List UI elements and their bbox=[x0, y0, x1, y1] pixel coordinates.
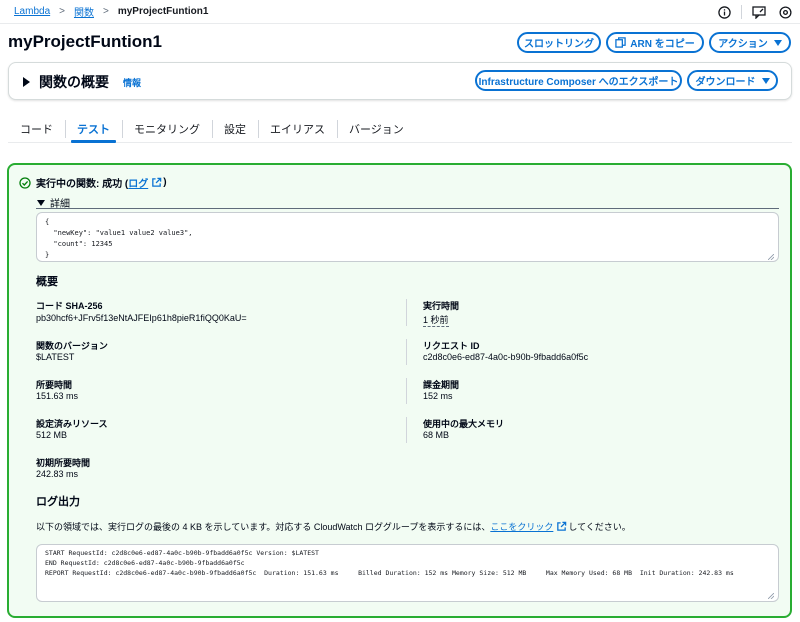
log-output-heading: ログ出力 bbox=[36, 496, 80, 508]
breadcrumb: Lambda > 関数 > myProjectFuntion1 bbox=[0, 0, 800, 24]
caret-down-icon bbox=[773, 39, 782, 46]
version-value: $LATEST bbox=[36, 352, 75, 362]
init-duration-value: 242.83 ms bbox=[36, 469, 79, 479]
exec-time-label: 実行時間 bbox=[423, 301, 460, 311]
code-sha-value: pb30hcf6+JFrv5f13eNtAJFEIp61h8pieR1fiQQ0… bbox=[36, 313, 247, 323]
info-link[interactable]: 情報 bbox=[123, 76, 141, 89]
breadcrumb-lambda[interactable]: Lambda bbox=[14, 6, 50, 17]
throttle-button-label: スロットリング bbox=[524, 39, 594, 50]
info-icon[interactable] bbox=[715, 3, 733, 21]
tab-label: エイリアス bbox=[270, 124, 325, 136]
tab-monitoring[interactable]: モニタリング bbox=[122, 116, 212, 142]
column-divider bbox=[406, 378, 407, 404]
tab-code[interactable]: コード bbox=[8, 116, 65, 142]
toolbar-divider bbox=[741, 5, 742, 19]
tab-aliases[interactable]: エイリアス bbox=[258, 116, 337, 142]
settings-icon[interactable] bbox=[776, 3, 794, 21]
max-memory-label: 使用中の最大メモリ bbox=[423, 419, 505, 429]
log-link[interactable]: ログ bbox=[128, 175, 148, 190]
log-desc-suffix: してください。 bbox=[568, 522, 631, 532]
actions-label: アクション bbox=[718, 39, 768, 50]
function-overview-card: 関数の概要 情報 Infrastructure Composer へのエクスポー… bbox=[8, 62, 792, 100]
tab-configuration[interactable]: 設定 bbox=[212, 116, 258, 142]
caret-right-icon bbox=[23, 77, 30, 87]
tab-label: コード bbox=[20, 124, 53, 136]
log-output-description: 以下の領域では、実行ログの最後の 4 KB を示しています。対応する Cloud… bbox=[36, 520, 631, 533]
column-divider bbox=[406, 299, 407, 326]
resize-grip-icon[interactable] bbox=[768, 254, 774, 260]
page-title: myProjectFuntion1 bbox=[8, 32, 162, 51]
chevron-right-icon: > bbox=[102, 6, 109, 17]
summary-heading: 概要 bbox=[36, 276, 58, 288]
cloudwatch-link[interactable]: ここをクリック bbox=[490, 520, 553, 533]
execution-status-suffix: ) bbox=[163, 177, 167, 188]
throttle-button[interactable]: スロットリング bbox=[517, 32, 601, 53]
resources-label: 設定済みリソース bbox=[36, 419, 108, 429]
topbar-utilities bbox=[707, 3, 794, 21]
tab-test[interactable]: テスト bbox=[65, 116, 122, 143]
column-divider bbox=[406, 417, 407, 443]
function-overview-title: 関数の概要 bbox=[39, 74, 109, 90]
billed-duration-label: 課金期間 bbox=[423, 380, 460, 390]
init-duration-label: 初期所要時間 bbox=[36, 458, 91, 468]
caret-down-icon bbox=[761, 77, 770, 84]
request-id-value: c2d8c0e6-ed87-4a0c-b90b-9fbadd6a0f5c bbox=[423, 352, 589, 362]
execution-status-text: 実行中の関数: 成功 ( bbox=[36, 179, 129, 190]
caret-down-icon bbox=[37, 199, 45, 206]
copy-icon bbox=[615, 37, 627, 48]
actions-dropdown[interactable]: アクション bbox=[709, 32, 791, 53]
header-actions: スロットリング ARN をコピー アクション bbox=[512, 32, 791, 53]
request-id-label: リクエスト ID bbox=[423, 341, 480, 351]
chevron-right-icon: > bbox=[59, 6, 65, 17]
response-output[interactable]: { "newKey": "value1 value2 value3", "cou… bbox=[36, 212, 779, 262]
download-dropdown[interactable]: ダウンロード bbox=[687, 70, 778, 91]
export-composer-button[interactable]: Infrastructure Composer へのエクスポート bbox=[475, 70, 682, 91]
resources-value: 512 MB bbox=[36, 430, 68, 440]
resize-grip-icon[interactable] bbox=[768, 593, 774, 599]
execution-result-panel: 実行中の関数: 成功 ( ログ ) 詳細 { "newKey": "value1… bbox=[7, 163, 792, 618]
export-composer-label: Infrastructure Composer へのエクスポート bbox=[478, 77, 679, 88]
log-output-text[interactable]: START RequestId: c2d8c0e6-ed87-4a0c-b90b… bbox=[36, 544, 779, 602]
log-desc-text: 以下の領域では、実行ログの最後の 4 KB を示しています。対応する Cloud… bbox=[36, 522, 491, 532]
download-label: ダウンロード bbox=[695, 77, 756, 88]
copy-arn-label: ARN をコピー bbox=[630, 39, 695, 50]
tab-label: バージョン bbox=[349, 124, 404, 136]
tab-versions[interactable]: バージョン bbox=[337, 116, 416, 142]
tab-label: モニタリング bbox=[134, 124, 200, 136]
tab-label: テスト bbox=[77, 124, 110, 136]
breadcrumb-current: myProjectFuntion1 bbox=[117, 6, 209, 17]
code-sha-label: コード SHA-256 bbox=[36, 301, 103, 311]
tab-bar: コード テスト モニタリング 設定 エイリアス バージョン bbox=[8, 116, 792, 143]
copy-arn-button[interactable]: ARN をコピー bbox=[606, 32, 704, 53]
exec-time-value[interactable]: 1 秒前 bbox=[423, 313, 449, 327]
tab-label: 設定 bbox=[224, 124, 246, 136]
execution-status: 実行中の関数: 成功 ( ログ ) bbox=[19, 175, 167, 190]
divider bbox=[36, 208, 779, 209]
breadcrumb-functions[interactable]: 関数 bbox=[74, 4, 94, 19]
external-link-icon bbox=[148, 177, 163, 188]
overview-actions: Infrastructure Composer へのエクスポート ダウンロード bbox=[470, 70, 778, 91]
check-circle-icon bbox=[19, 176, 36, 189]
duration-value: 151.63 ms bbox=[36, 391, 79, 401]
version-label: 関数のバージョン bbox=[36, 341, 108, 351]
column-divider bbox=[406, 339, 407, 365]
function-overview-toggle[interactable]: 関数の概要 情報 bbox=[23, 72, 141, 92]
billed-duration-value: 152 ms bbox=[423, 391, 453, 401]
max-memory-value: 68 MB bbox=[423, 430, 450, 440]
feedback-icon[interactable] bbox=[750, 3, 768, 21]
external-link-icon bbox=[553, 521, 568, 532]
duration-label: 所要時間 bbox=[36, 380, 73, 390]
